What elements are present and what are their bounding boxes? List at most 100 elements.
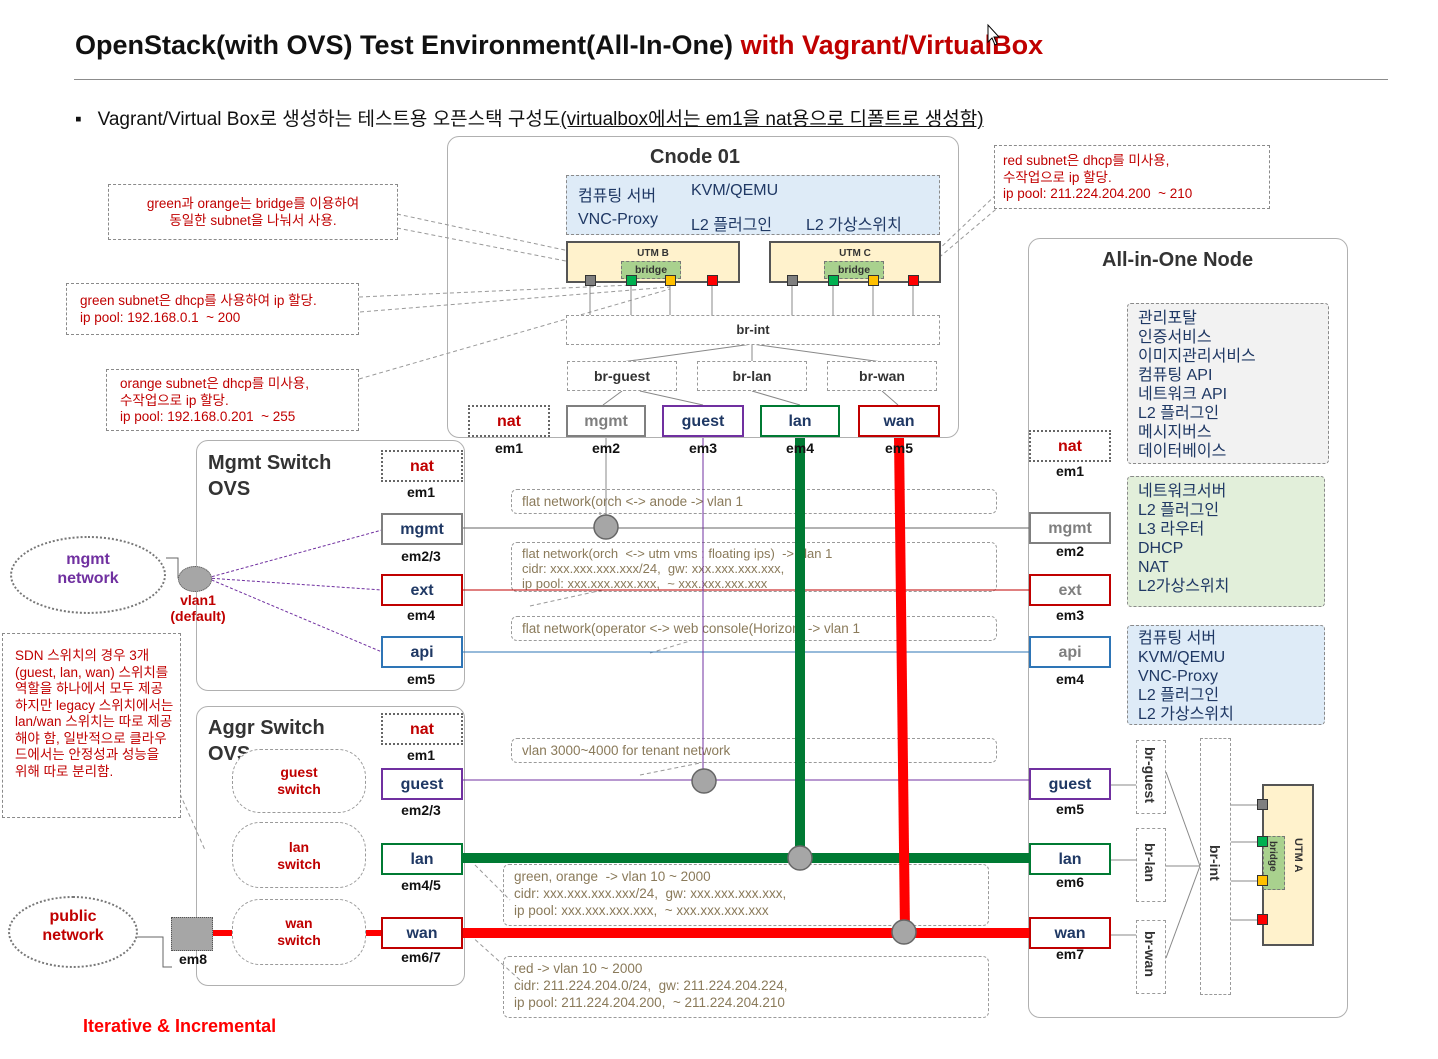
note-green-orange-bridge: green과 orange는 bridge를 이용하여 동일한 subnet을 …: [108, 184, 398, 240]
cnode-nic-em3: em3: [688, 440, 718, 456]
cnode-port-lan: lan: [760, 405, 840, 437]
cnode-br-int: br-int: [566, 315, 940, 345]
aio-nic-em1: em1: [1055, 463, 1085, 479]
svc-vnc-proxy-2: VNC-Proxy: [1138, 668, 1219, 685]
mgmt-network-cloud: mgmt network: [10, 536, 166, 614]
utm-b-port-green: [626, 275, 637, 286]
svc-compute-api: 컴퓨팅 API: [1138, 367, 1213, 384]
wan-switch: wan switch: [232, 899, 366, 965]
aio-nic-em2: em2: [1055, 543, 1085, 559]
vlan1-label: vlan1 (default): [170, 592, 226, 624]
aggr-switch-nic-em6-7: em6/7: [401, 949, 441, 965]
svc-auth: 인증서비스: [1138, 329, 1212, 346]
aio-port-ext: ext: [1029, 574, 1111, 606]
utm-a-port-orange: [1257, 875, 1268, 886]
svc-l2-plugin-1: L2 플러그인: [1138, 405, 1220, 422]
aio-br-int-label: br-int: [1207, 845, 1223, 881]
svc-dhcp: DHCP: [1138, 540, 1184, 557]
aggr-switch-port-lan: lan: [381, 843, 463, 875]
aio-port-lan: lan: [1029, 843, 1111, 875]
svc-l2-plugin-3: L2 플러그인: [1138, 687, 1220, 704]
aio-nic-em4: em4: [1055, 671, 1085, 687]
mgmt-switch-port-nat: nat: [381, 450, 463, 482]
svc-compute-server: 컴퓨팅 서버: [578, 188, 657, 205]
cnode-br-wan: br-wan: [827, 361, 937, 391]
utm-b-label: UTM B: [637, 248, 669, 259]
public-network-cloud: public network: [8, 896, 138, 968]
svc-portal: 관리포탈: [1138, 310, 1197, 327]
note-green-subnet: green subnet은 dhcp를 사용하여 ip 할당. ip pool:…: [66, 283, 359, 335]
cnode-nic-em2: em2: [591, 440, 621, 456]
utm-a-bridge-label: bridge: [1267, 841, 1278, 872]
note-orange-subnet: orange subnet은 dhcp를 미사용, 수작업으로 ip 할당. i…: [106, 369, 359, 431]
cnode-port-wan: wan: [858, 405, 940, 437]
utm-c-port-green: [828, 275, 839, 286]
note-sdn-switch: SDN 스위치의 경우 3개 (guest, lan, wan) 스위치를 역할…: [2, 633, 181, 818]
cnode-port-nat: nat: [468, 405, 550, 437]
svc-nat: NAT: [1138, 559, 1169, 576]
aio-svc-green: 네트워크서버 L2 플러그인 L3 라우터 DHCP NAT L2가상스위치: [1127, 476, 1325, 607]
svc-l2-vswitch-1: L2가상스위치: [1138, 578, 1230, 595]
svc-vnc-proxy: VNC-Proxy: [578, 211, 659, 228]
mgmt-switch-port-mgmt: mgmt: [381, 513, 463, 545]
utm-c-port-gray: [787, 275, 798, 286]
svc-database: 데이터베이스: [1138, 443, 1227, 460]
aio-nic-em5: em5: [1055, 801, 1085, 817]
utm-a-port-green: [1257, 836, 1268, 847]
utm-a-box: UTM A bridge: [1262, 784, 1314, 946]
aggr-switch-port-guest: guest: [381, 768, 463, 800]
svc-image: 이미지관리서비스: [1138, 348, 1256, 365]
svc-l2-plugin-2: L2 플러그인: [1138, 502, 1220, 519]
mgmt-switch-port-ext: ext: [381, 574, 463, 606]
aio-nic-em3: em3: [1055, 607, 1085, 623]
cnode-nic-em4: em4: [785, 440, 815, 456]
mgmt-switch-nic-em2-3: em2/3: [401, 548, 441, 564]
aio-port-nat: nat: [1029, 430, 1111, 462]
utm-a-label: UTM A: [1292, 838, 1304, 873]
svc-l2-vswitch: L2 가상스위치: [806, 217, 902, 234]
aggr-switch-nic-em1: em1: [406, 747, 436, 763]
cnode-nic-em5: em5: [884, 440, 914, 456]
utm-c-label: UTM C: [839, 248, 871, 259]
utm-b-port-orange: [665, 275, 676, 286]
guest-switch: guest switch: [232, 749, 366, 813]
cnode-nic-em1: em1: [494, 440, 524, 456]
mgmt-switch-nic-em1: em1: [406, 484, 436, 500]
aio-port-wan: wan: [1029, 917, 1111, 949]
svc-kvm-qemu: KVM/QEMU: [691, 182, 779, 199]
aio-br-lan-label: br-lan: [1142, 843, 1158, 882]
aggr-switch-nic-em2-3: em2/3: [401, 802, 441, 818]
utm-c-port-orange: [868, 275, 879, 286]
aio-br-lan: br-lan: [1136, 828, 1166, 902]
mgmt-switch-nic-em5: em5: [406, 671, 436, 687]
cnode-port-guest: guest: [662, 405, 744, 437]
aio-port-guest: guest: [1029, 768, 1111, 800]
utm-c-port-red: [908, 275, 919, 286]
svc-network-server: 네트워크서버: [1138, 483, 1227, 500]
lan-switch: lan switch: [232, 822, 366, 888]
aio-port-mgmt: mgmt: [1029, 512, 1111, 544]
aio-br-guest-label: br-guest: [1142, 747, 1158, 803]
aio-svc-blue: 컴퓨팅 서버 KVM/QEMU VNC-Proxy L2 플러그인 L2 가상스…: [1127, 625, 1325, 725]
utm-b-port-red: [707, 275, 718, 286]
em8-switch-port: [171, 917, 213, 951]
aio-br-wan: br-wan: [1136, 920, 1166, 994]
vlan1-node: [178, 566, 212, 592]
aio-br-wan-label: br-wan: [1142, 931, 1158, 977]
mgmt-switch-port-api: api: [381, 636, 463, 668]
cnode-br-guest: br-guest: [567, 361, 677, 391]
aggr-switch-port-nat: nat: [381, 713, 463, 745]
utm-a-port-red: [1257, 914, 1268, 925]
svc-network-api: 네트워크 API: [1138, 386, 1228, 403]
cnode-br-lan: br-lan: [697, 361, 807, 391]
svc-message-bus: 메시지버스: [1138, 424, 1212, 441]
footer-iterative: Iterative & Incremental: [83, 1016, 277, 1036]
aio-nic-em6: em6: [1055, 874, 1085, 890]
aio-svc-gray: 관리포탈 인증서비스 이미지관리서비스 컴퓨팅 API 네트워크 API L2 …: [1127, 303, 1329, 464]
em8-label: em8: [178, 951, 208, 967]
aggr-switch-port-wan: wan: [381, 917, 463, 949]
svc-compute-server-2: 컴퓨팅 서버: [1138, 630, 1217, 647]
mgmt-switch-nic-em4: em4: [406, 607, 436, 623]
svc-l2-plugin: L2 플러그인: [691, 217, 773, 234]
utm-b-port-gray: [585, 275, 596, 286]
